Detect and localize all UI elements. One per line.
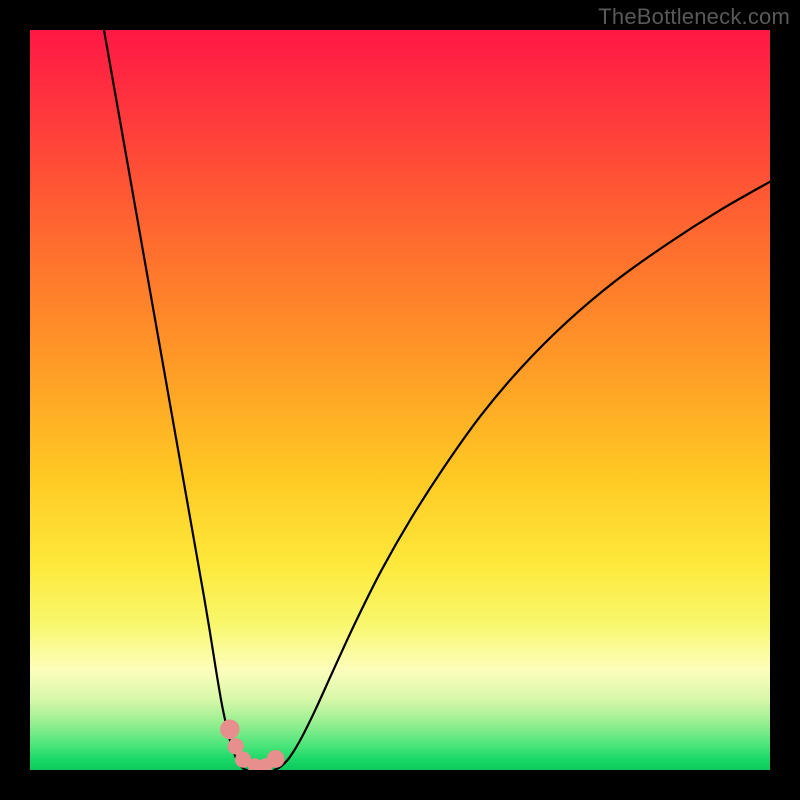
watermark-text: TheBottleneck.com [598,4,790,30]
outer-frame: TheBottleneck.com [0,0,800,800]
chart-plot-area [30,30,770,770]
highlight-dot [220,720,240,740]
highlight-dot [267,750,285,768]
chart-background [30,30,770,770]
chart-svg [30,30,770,770]
